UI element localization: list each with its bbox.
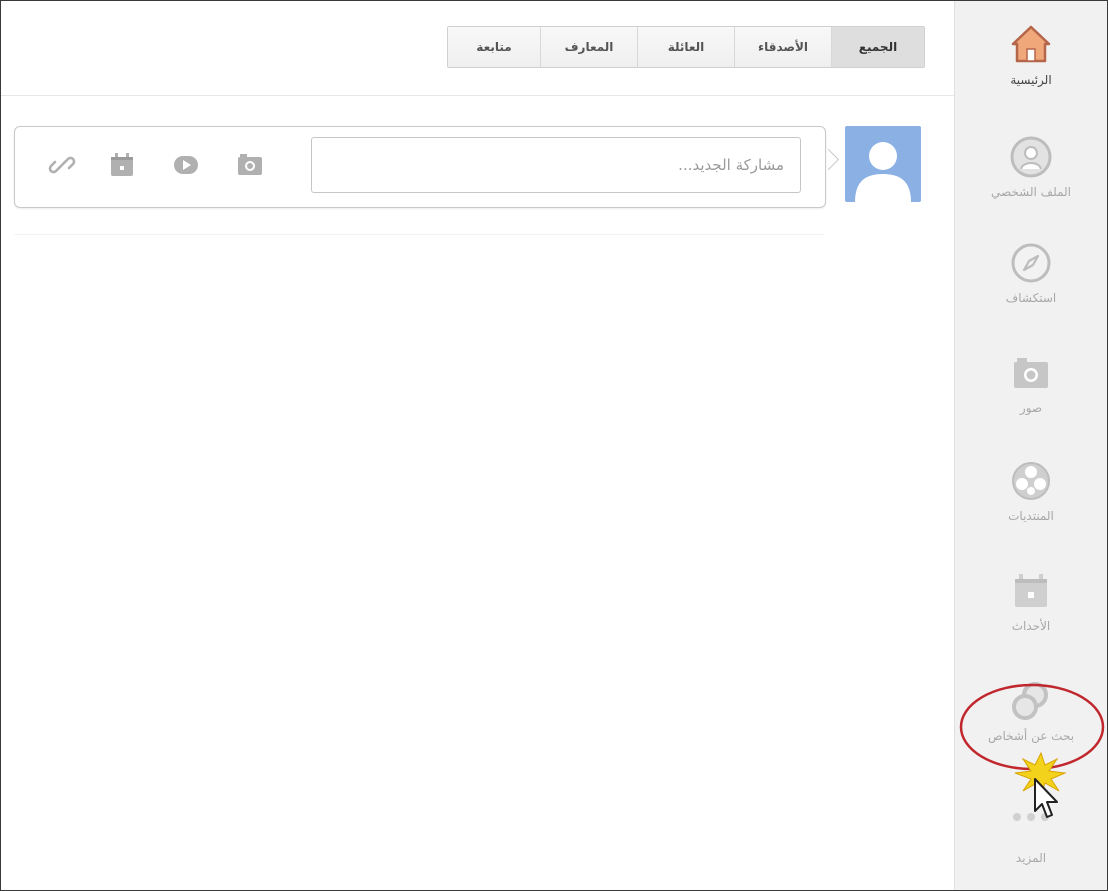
share-box (14, 126, 826, 208)
tab-friends[interactable]: الأصدقاء (734, 27, 831, 67)
avatar-silhouette-icon (855, 142, 911, 202)
calendar-icon (1015, 574, 1047, 607)
sidebar-item-explore[interactable]: استكشاف (955, 241, 1107, 305)
forums-icon (1012, 462, 1050, 500)
sidebar-item-label: استكشاف (1005, 291, 1057, 305)
tab-acquaintances[interactable]: المعارف (540, 27, 637, 67)
tab-following[interactable]: متابعة (448, 27, 540, 67)
camera-icon (1014, 358, 1048, 388)
user-avatar[interactable] (845, 126, 921, 202)
tab-all[interactable]: الجميع (831, 27, 924, 67)
sidebar-item-label: الملف الشخصي (991, 185, 1071, 199)
stream-divider (14, 234, 824, 235)
home-icon (1011, 25, 1051, 63)
photo-camera-icon[interactable] (236, 151, 264, 179)
circle-filter-tabs: متابعة المعارف العائلة الأصدقاء الجميع (447, 26, 925, 68)
sidebar-item-label: صور (1019, 401, 1043, 415)
sidebar-item-profile[interactable]: الملف الشخصي (955, 135, 1107, 199)
sidebar-item-forums[interactable]: المنتديات (955, 459, 1107, 523)
share-input[interactable] (311, 137, 801, 193)
app-window: متابعة المعارف العائلة الأصدقاء الجميع م… (0, 0, 1108, 891)
mouse-cursor-icon (1014, 751, 1067, 818)
event-calendar-icon[interactable] (108, 151, 136, 179)
sidebar-item-label: الأحداث (1011, 619, 1051, 633)
sidebar-item-label: الرئيسية (1010, 73, 1052, 87)
stream-header: متابعة المعارف العائلة الأصدقاء الجميع (1, 1, 954, 96)
link-icon[interactable] (48, 151, 76, 179)
profile-icon (1010, 136, 1052, 178)
sidebar-item-photos[interactable]: صور (955, 351, 1107, 415)
sidebar-item-label: المنتديات (1008, 509, 1054, 523)
video-icon[interactable] (172, 151, 200, 179)
sidebar-item-home[interactable]: الرئيسية (955, 23, 1107, 87)
tab-family[interactable]: العائلة (637, 27, 734, 67)
sidebar-item-label: المزيد (1015, 851, 1047, 865)
sidebar-item-events[interactable]: الأحداث (955, 569, 1107, 633)
compass-icon (1011, 243, 1051, 283)
